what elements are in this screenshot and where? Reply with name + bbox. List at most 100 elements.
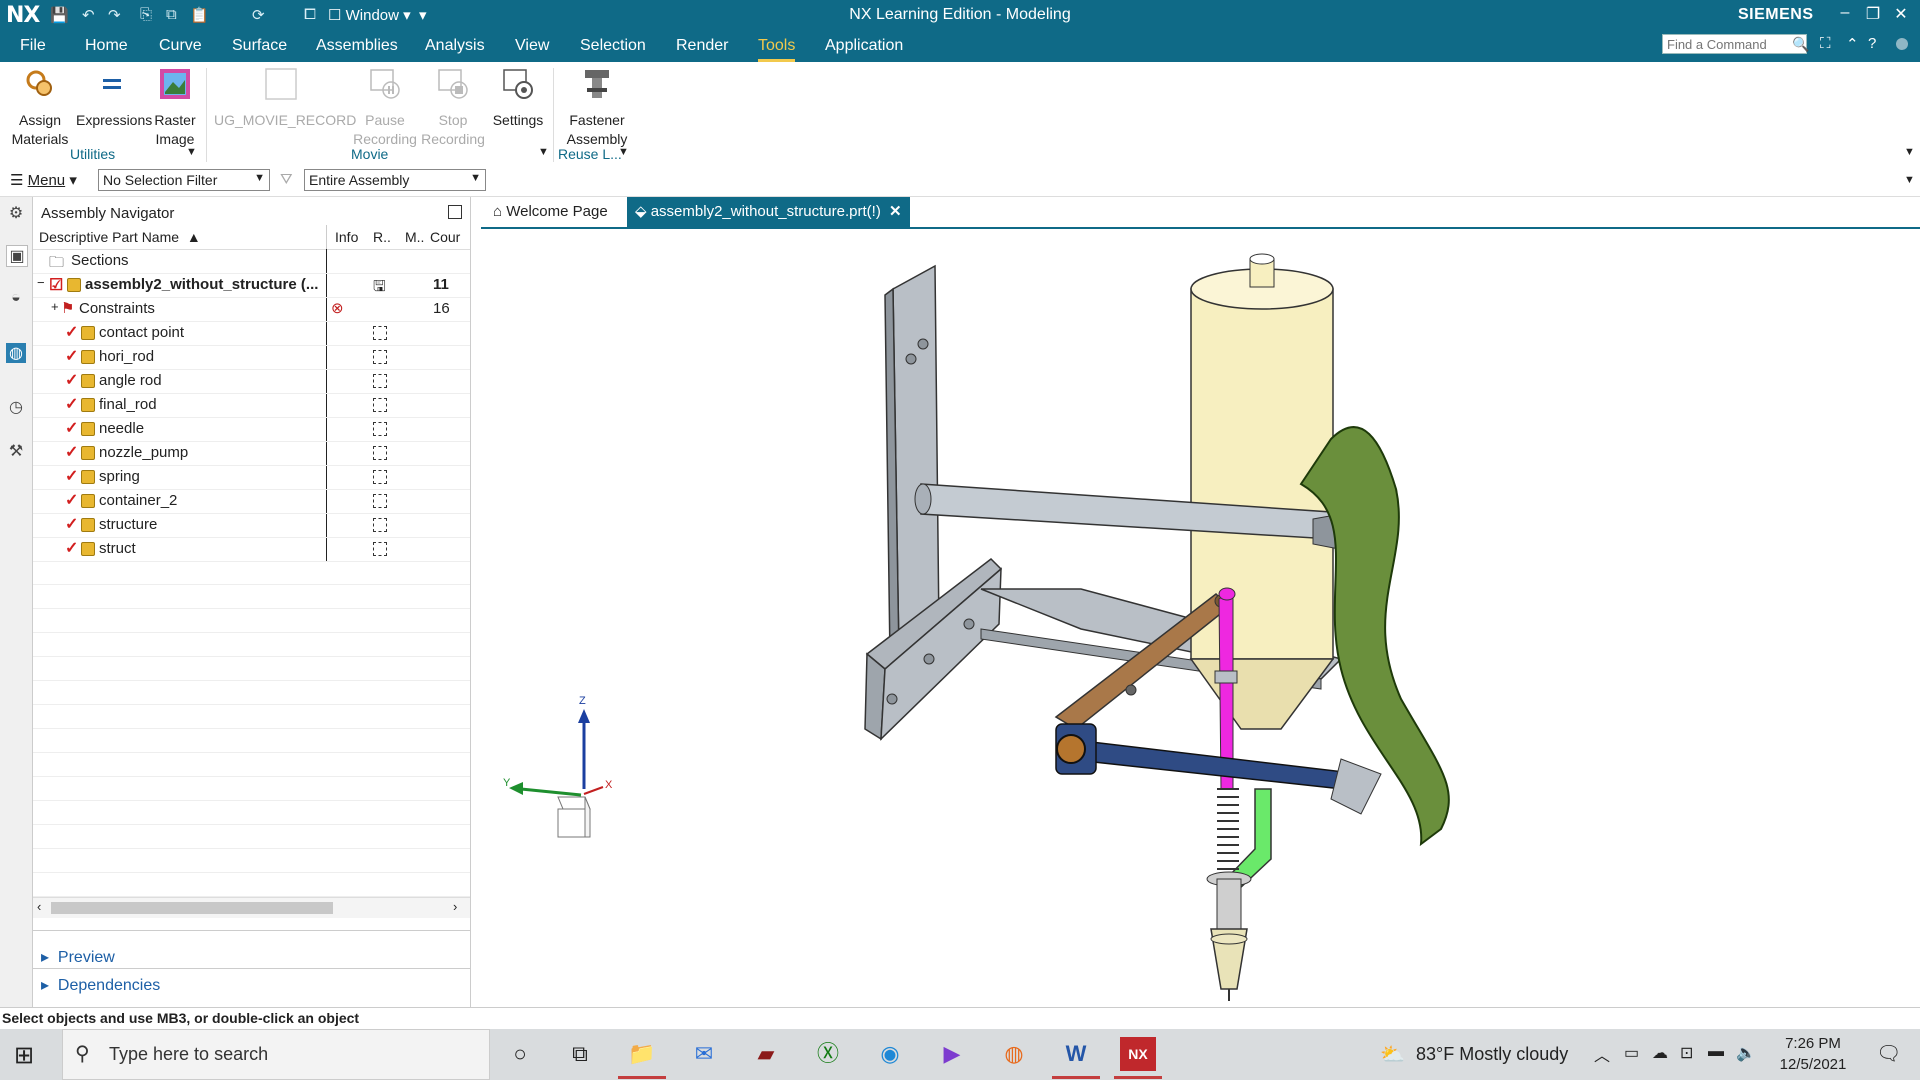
dependencies-section[interactable]: ▸ Dependencies [41, 975, 160, 995]
tree-row-part[interactable]: ✓ structure [33, 513, 470, 538]
expand-icon[interactable]: + [51, 299, 59, 314]
scroll-left-icon[interactable]: ‹ [37, 899, 41, 914]
graphics-window[interactable]: Z Y X [481, 229, 1920, 1007]
tree-row-sections[interactable]: 🗀 Sections [33, 249, 470, 274]
app-red-icon[interactable]: ▰ [748, 1037, 784, 1071]
cortana-icon[interactable]: ○ [502, 1037, 538, 1071]
movie-record-button[interactable]: UG_MOVIE_RECORD [214, 66, 356, 130]
tab-render[interactable]: Render [676, 37, 728, 55]
collapse-icon[interactable]: − [37, 275, 45, 290]
battery-icon[interactable]: ▬ [1708, 1043, 1724, 1061]
tab-curve[interactable]: Curve [159, 37, 202, 55]
tree-row-part[interactable]: ✓ nozzle_pump [33, 441, 470, 466]
tree-row-part[interactable]: ✓ struct [33, 537, 470, 562]
task-view-icon[interactable]: ⧉ [562, 1037, 598, 1071]
column-descriptive-name[interactable]: Descriptive Part Name ▲ [39, 229, 201, 245]
checkbox-icon[interactable]: ☑ [49, 275, 63, 295]
check-icon[interactable]: ✓ [65, 442, 78, 462]
taskbar-search-box[interactable]: ⚲ Type here to search [62, 1029, 490, 1080]
minimize-button[interactable]: – [1830, 4, 1860, 22]
fullscreen-icon[interactable]: ⛶ [1820, 35, 1831, 52]
tray-chevron-icon[interactable]: ︿ [1594, 1042, 1610, 1066]
tab-part-file[interactable]: ⬙ assembly2_without_structure.prt(!) ✕ [627, 197, 910, 227]
check-icon[interactable]: ✓ [65, 514, 78, 534]
help-icon[interactable]: ? [1868, 35, 1876, 52]
file-explorer-icon[interactable]: 📁 [624, 1037, 660, 1071]
weather-icon[interactable]: ⛅ [1380, 1042, 1405, 1067]
column-modified[interactable]: M.. [405, 229, 424, 245]
tree-row-part[interactable]: ✓ angle rod [33, 369, 470, 394]
pause-recording-button[interactable]: Pause Recording [352, 66, 418, 149]
restore-button[interactable]: ❐ [1858, 4, 1888, 24]
tree-row-part[interactable]: ✓ contact point [33, 321, 470, 346]
web-browser-icon[interactable]: ◍ [6, 343, 26, 363]
column-readonly[interactable]: R.. [373, 229, 391, 245]
mail-icon[interactable]: ✉ [686, 1037, 722, 1071]
settings-button[interactable]: Settings [490, 66, 546, 130]
utilities-expand-icon[interactable]: ▼ [186, 146, 197, 158]
stop-recording-button[interactable]: Stop Recording [420, 66, 486, 149]
tools-icon[interactable]: ⚒ [6, 441, 26, 461]
tree-row-part[interactable]: ✓ hori_rod [33, 345, 470, 370]
weather-text[interactable]: 83°F Mostly cloudy [1416, 1044, 1568, 1065]
network-icon[interactable]: ⊡ [1680, 1043, 1693, 1063]
fastener-assembly-button[interactable]: Fastener Assembly [560, 66, 634, 149]
check-icon[interactable]: ✓ [65, 466, 78, 486]
check-icon[interactable]: ✓ [65, 418, 78, 438]
maximize-panel-icon[interactable] [448, 205, 462, 219]
funnel-icon[interactable]: ⛛ [280, 171, 293, 188]
raster-image-button[interactable]: Raster Image [150, 66, 200, 149]
tree-row-part[interactable]: ✓ needle [33, 417, 470, 442]
tab-application[interactable]: Application [825, 37, 903, 55]
tab-surface[interactable]: Surface [232, 37, 287, 55]
horizontal-scrollbar[interactable]: ‹ › [33, 897, 470, 918]
scroll-right-icon[interactable]: › [453, 899, 457, 914]
constraint-navigator-icon[interactable]: ◒ [6, 289, 26, 309]
onedrive-icon[interactable]: ☁ [1652, 1043, 1668, 1063]
collapse-ribbon-icon[interactable]: ⌃ [1846, 35, 1859, 53]
scrollbar-thumb[interactable] [51, 902, 333, 914]
tab-view[interactable]: View [515, 37, 549, 55]
history-icon[interactable]: ◷ [6, 397, 26, 417]
tab-welcome-page[interactable]: ⌂ Welcome Page [485, 197, 616, 227]
volume-icon[interactable]: 🔈 [1736, 1043, 1756, 1063]
tree-row-part[interactable]: ✓ spring [33, 465, 470, 490]
column-info[interactable]: Info [335, 229, 358, 245]
clock[interactable]: 7:26 PM 12/5/2021 [1778, 1035, 1848, 1073]
selection-filter-dropdown[interactable]: No Selection Filter ▼ [98, 169, 270, 191]
assembly-navigator-icon[interactable]: ▣ [6, 245, 28, 267]
tab-home[interactable]: Home [85, 37, 128, 55]
tab-tools[interactable]: Tools [758, 37, 796, 62]
firefox-icon[interactable]: ◍ [996, 1037, 1032, 1071]
tab-assemblies[interactable]: Assemblies [316, 37, 398, 55]
check-icon[interactable]: ✓ [65, 370, 78, 390]
ribbon-options-icon[interactable]: ▼ [1904, 146, 1915, 158]
menu-button[interactable]: ☰ Menu ▾ [10, 171, 77, 189]
check-icon[interactable]: ✓ [65, 322, 78, 342]
selection-scope-dropdown[interactable]: Entire Assembly ▼ [304, 169, 486, 191]
assembly-3d-model[interactable]: Z Y X [481, 229, 1920, 1007]
assign-materials-button[interactable]: Assign Materials [8, 66, 72, 149]
movie-expand-icon[interactable]: ▼ [538, 146, 549, 158]
check-icon[interactable]: ✓ [65, 538, 78, 558]
tab-file[interactable]: File [20, 37, 46, 55]
tree-row-part[interactable]: ✓ final_rod [33, 393, 470, 418]
close-tab-icon[interactable]: ✕ [889, 203, 902, 220]
nx-taskbar-icon[interactable]: NX [1120, 1037, 1156, 1071]
column-count[interactable]: Cour [430, 229, 460, 245]
selbar-options-icon[interactable]: ▼ [1904, 174, 1915, 186]
check-icon[interactable]: ✓ [65, 346, 78, 366]
check-icon[interactable]: ✓ [65, 394, 78, 414]
tree-row-constraints[interactable]: + ⚑ Constraints ⊗ 16 [33, 297, 470, 322]
notifications-icon[interactable]: 🗨 [1876, 1041, 1901, 1066]
close-button[interactable]: ✕ [1886, 4, 1916, 24]
preview-section[interactable]: ▸ Preview [41, 947, 115, 967]
search-icon[interactable]: 🔍 [1792, 36, 1809, 53]
windows-start-icon[interactable]: ⊞ [14, 1041, 34, 1070]
video-editor-icon[interactable]: ▶ [934, 1037, 970, 1071]
find-command-input[interactable] [1662, 34, 1807, 54]
reuse-expand-icon[interactable]: ▼ [618, 146, 629, 158]
tree-row-part[interactable]: ✓ container_2 [33, 489, 470, 514]
edge-icon[interactable]: ◉ [872, 1037, 908, 1071]
meet-icon[interactable]: ▭ [1624, 1043, 1639, 1063]
